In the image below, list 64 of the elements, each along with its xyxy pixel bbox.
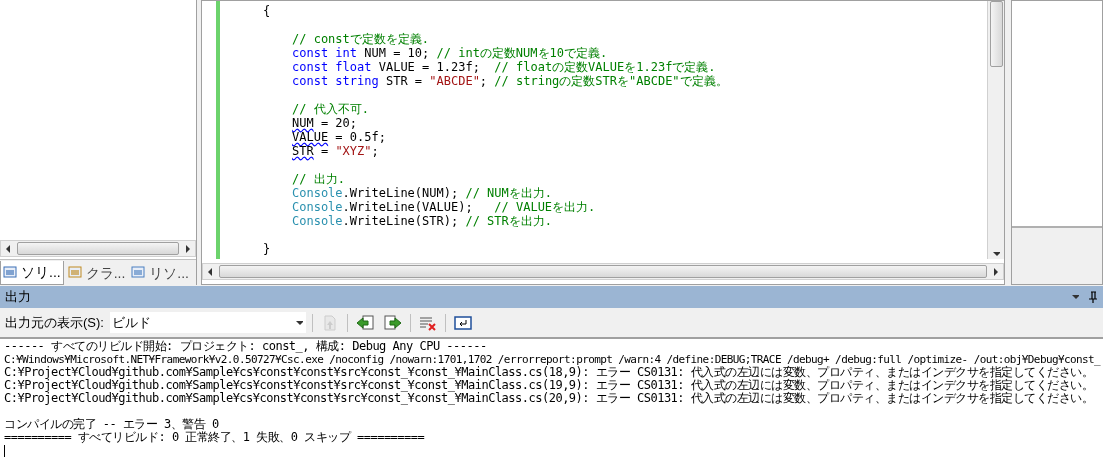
log-line: ========== すべてリビルド: 0 正常終了、1 失敗、0 スキップ ========== xyxy=(4,431,425,444)
scroll-right-icon[interactable] xyxy=(184,243,192,254)
vertical-scrollbar[interactable] xyxy=(987,1,1004,259)
document-arrow-icon xyxy=(322,314,337,331)
code-comment: // constで定数を定義. xyxy=(292,32,430,46)
code-text: = xyxy=(319,144,330,158)
code-text: = 20; xyxy=(319,116,358,130)
code-text: .WriteLine(STR); xyxy=(342,214,460,228)
code-comment: // 出力. xyxy=(292,172,345,186)
panel-title: 出力 xyxy=(5,288,32,307)
type-name-text: Console xyxy=(292,186,343,200)
source-label: 出力元の表示(S): xyxy=(5,313,104,332)
code-comment: // floatの定数VALUEを1.23fで定義. xyxy=(494,60,716,74)
code-text: ; xyxy=(479,74,489,88)
horizontal-scrollbar[interactable] xyxy=(202,263,1004,280)
panel-tab[interactable]: ソリ... xyxy=(0,261,64,285)
code-text: { xyxy=(263,4,271,18)
scroll-left-icon[interactable] xyxy=(206,266,214,277)
code-text: } xyxy=(263,242,271,256)
horizontal-scrollbar[interactable] xyxy=(0,240,196,257)
scroll-thumb[interactable] xyxy=(989,1,1003,67)
error-identifier: VALUE xyxy=(292,130,329,144)
code-text: NUM = 10; xyxy=(363,46,431,60)
window-icon xyxy=(131,265,148,281)
scroll-thumb[interactable] xyxy=(17,242,179,255)
source-dropdown[interactable]: ビルド xyxy=(109,312,306,333)
code-text: STR = xyxy=(384,74,424,88)
scroll-thumb[interactable] xyxy=(219,265,987,278)
scroll-right-icon[interactable] xyxy=(992,266,1000,277)
code-text: .WriteLine(NUM); xyxy=(342,186,460,200)
log-line: C:¥Windows¥Microsoft.NET¥Framework¥v2.0.50727¥Csc.exe /noconfig /nowarn:1701,1702 /errorreport:prompt /warn:4 /define:DEBUG;TRACE /debug+ /debug:full /optimize- /out:obj¥Debug¥const_ xyxy=(4,353,1101,366)
log-line: ------ すべてのリビルド開始: プロジェクト: const_, 構成: Debug Any CPU ------ xyxy=(4,340,487,353)
word-wrap-icon xyxy=(453,314,472,331)
code-comment: // STRを出力. xyxy=(465,214,552,228)
scroll-left-icon[interactable] xyxy=(4,243,12,254)
pin-icon[interactable] xyxy=(1088,291,1098,303)
code-text: .WriteLine(VALUE); xyxy=(342,200,474,214)
code-comment: // VALUEを出力. xyxy=(494,200,596,214)
text-cursor xyxy=(4,445,5,457)
left-arrow-icon xyxy=(355,314,374,331)
keyword-text: const float xyxy=(292,60,372,74)
code-comment: // 代入不可. xyxy=(292,102,369,116)
code-comment: // NUMを出力. xyxy=(465,186,552,200)
error-identifier: NUM xyxy=(292,116,314,130)
string-literal: "XYZ" xyxy=(335,144,372,158)
clear-lines-icon xyxy=(418,314,437,331)
code-text: VALUE = 1.23f; xyxy=(378,60,481,74)
code-text: ; xyxy=(371,144,379,158)
log-line: C:¥Project¥Cloud¥github.com¥Sample¥cs¥const¥const¥src¥const_¥const_¥MainClass.cs(19,9): エラー CS0131: 代入式の左辺には変数、プロパティ、またはインデクサを指定してください。 xyxy=(4,379,1094,392)
code-comment: // intの定数NUMを10で定義. xyxy=(436,46,608,60)
log-line: C:¥Project¥Cloud¥github.com¥Sample¥cs¥const¥const¥src¥const_¥const_¥MainClass.cs(20,9): エラー CS0131: 代入式の左辺には変数、プロパティ、またはインデクサを指定してください。 xyxy=(4,392,1094,405)
code-comment: // stringの定数STRを"ABCDE"で定義。 xyxy=(494,74,728,88)
keyword-text: const string xyxy=(292,74,379,88)
type-name-text: Console xyxy=(292,214,343,228)
error-identifier: STR xyxy=(292,144,314,158)
dropdown-icon[interactable] xyxy=(1071,292,1079,302)
scroll-down-icon[interactable] xyxy=(992,249,1000,259)
string-literal: "ABCDE" xyxy=(429,74,480,88)
code-text: = 0.5f; xyxy=(334,130,386,144)
type-name-text: Console xyxy=(292,200,343,214)
log-line: C:¥Project¥Cloud¥github.com¥Sample¥cs¥const¥const¥src¥const_¥const_¥MainClass.cs(18,9): エラー CS0131: 代入式の左辺には変数、プロパティ、またはインデクサを指定してください。 xyxy=(4,366,1094,379)
log-line: コンパイルの完了 -- エラー 3、警告 0 xyxy=(4,418,219,431)
keyword-text: const int xyxy=(292,46,358,60)
right-arrow-icon xyxy=(383,314,402,331)
